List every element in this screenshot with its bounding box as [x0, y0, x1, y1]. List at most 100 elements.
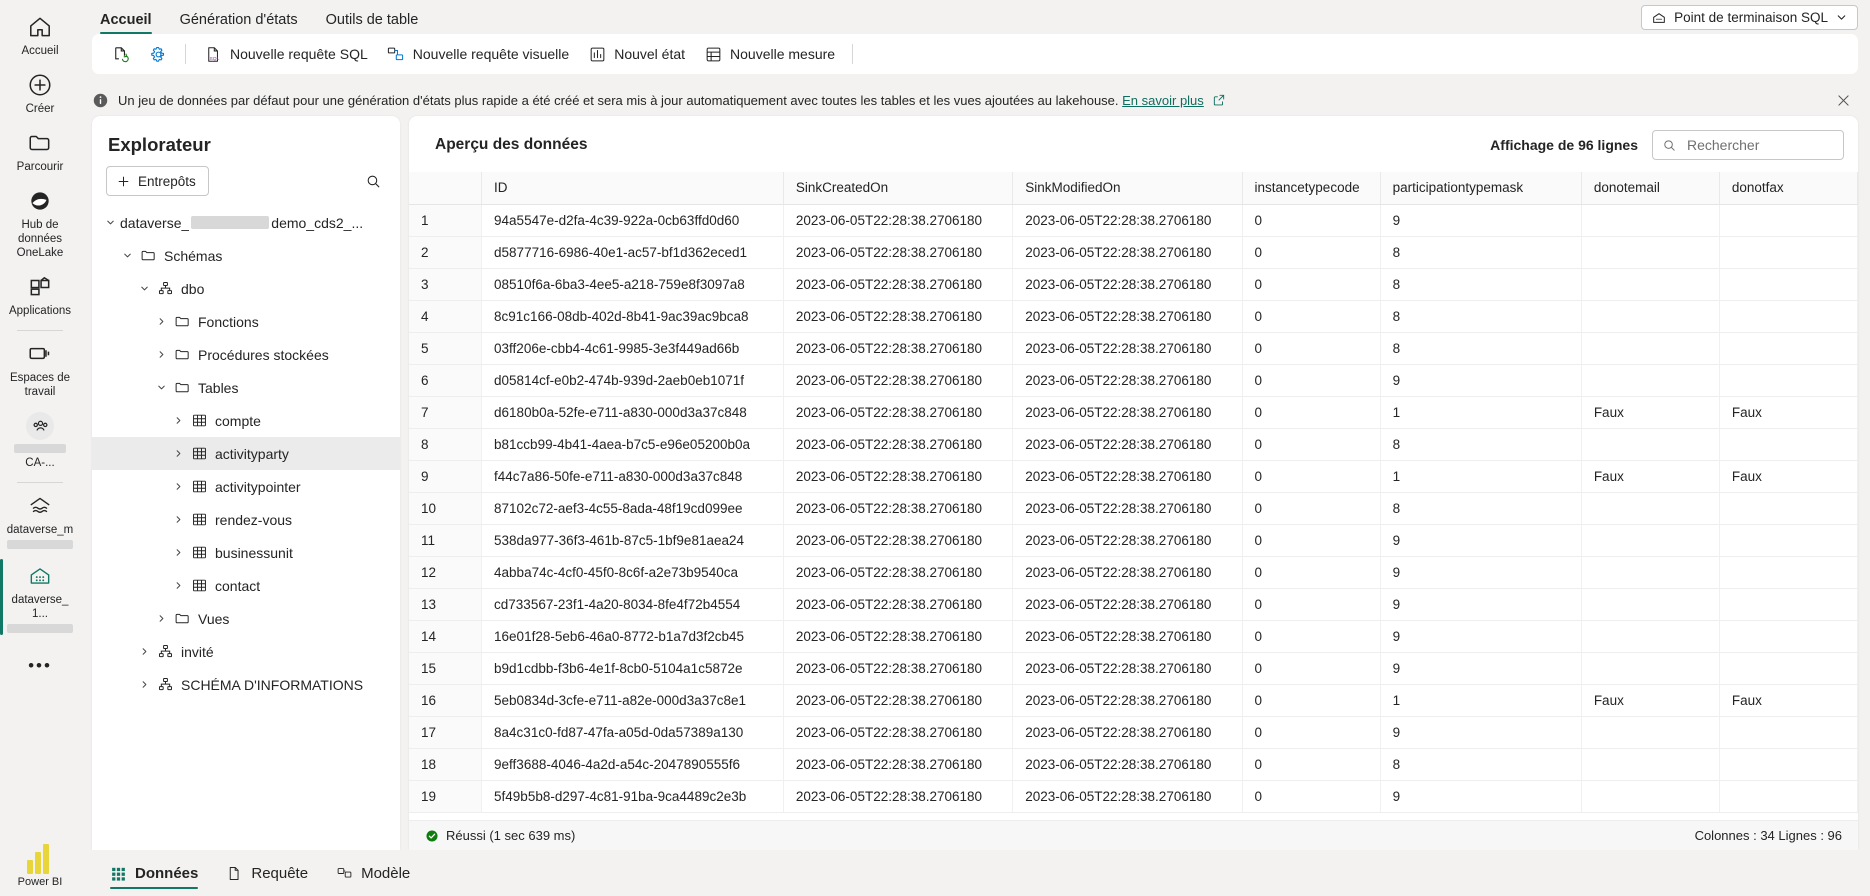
table-cell[interactable]: [1581, 492, 1720, 525]
tree-node-proc-dures-stock-es[interactable]: Procédures stockées: [92, 338, 400, 371]
table-cell[interactable]: 2023-06-05T22:28:38.2706180: [1012, 460, 1243, 493]
new-visual-query-button[interactable]: Nouvelle requête visuelle: [378, 39, 577, 69]
table-cell[interactable]: 2023-06-05T22:28:38.2706180: [1012, 620, 1243, 653]
search-input[interactable]: [1685, 136, 1834, 154]
table-cell[interactable]: 5eb0834d-3cfe-e711-a82e-000d3a37c8e1: [481, 684, 784, 717]
table-cell[interactable]: [1581, 428, 1720, 461]
tree-node-dataverse[interactable]: dataverse_ demo_cds2_...: [92, 206, 400, 239]
table-cell[interactable]: 2023-06-05T22:28:38.2706180: [783, 204, 1014, 237]
chevron-right-icon[interactable]: [168, 481, 188, 492]
table-cell[interactable]: 8a4c31c0-fd87-47fa-a05d-0da57389a130: [481, 716, 784, 749]
new-report-button[interactable]: Nouvel état: [579, 39, 693, 69]
table-cell[interactable]: [1719, 588, 1858, 621]
table-cell[interactable]: 2023-06-05T22:28:38.2706180: [783, 588, 1014, 621]
table-row[interactable]: 15 b9d1cdbb-f3b6-4e1f-8cb0-5104a1c5872e 20…: [409, 652, 1858, 685]
table-cell[interactable]: 8: [1380, 332, 1582, 365]
table-cell[interactable]: 2023-06-05T22:28:38.2706180: [1012, 428, 1243, 461]
table-cell[interactable]: 8: [1380, 268, 1582, 301]
table-cell[interactable]: 1: [1380, 396, 1582, 429]
table-cell[interactable]: 0: [1242, 556, 1381, 589]
table-row[interactable]: 8 b81ccb99-4b41-4aea-b7c5-e96e05200b0a 202…: [409, 428, 1858, 461]
table-cell[interactable]: 0: [1242, 492, 1381, 525]
table-cell[interactable]: 0: [1242, 364, 1381, 397]
table-cell[interactable]: 0: [1242, 684, 1381, 717]
table-cell[interactable]: 2023-06-05T22:28:38.2706180: [1012, 204, 1243, 237]
chevron-right-icon[interactable]: [134, 646, 154, 657]
table-cell[interactable]: 0: [1242, 620, 1381, 653]
table-cell[interactable]: b9d1cdbb-f3b6-4e1f-8cb0-5104a1c5872e: [481, 652, 784, 685]
table-cell[interactable]: 9: [1380, 716, 1582, 749]
table-cell[interactable]: 2023-06-05T22:28:38.2706180: [783, 300, 1014, 333]
table-cell[interactable]: 16e01f28-5eb6-46a0-8772-b1a7d3f2cb45: [481, 620, 784, 653]
table-cell[interactable]: 03ff206e-cbb4-4c61-9985-3e3f449ad66b: [481, 332, 784, 365]
chevron-right-icon[interactable]: [168, 580, 188, 591]
table-cell[interactable]: [1719, 652, 1858, 685]
table-cell[interactable]: 0: [1242, 300, 1381, 333]
chevron-right-icon[interactable]: [168, 448, 188, 459]
table-cell[interactable]: 9: [1380, 780, 1582, 813]
table-cell[interactable]: 0: [1242, 204, 1381, 237]
table-cell[interactable]: 0: [1242, 524, 1381, 557]
table-cell[interactable]: 9: [1380, 204, 1582, 237]
table-cell[interactable]: 2023-06-05T22:28:38.2706180: [1012, 364, 1243, 397]
tree-node-invit[interactable]: invité: [92, 635, 400, 668]
bottom-tab-requete[interactable]: Requête: [214, 850, 320, 896]
table-cell[interactable]: d05814cf-e0b2-474b-939d-2aeb0eb1071f: [481, 364, 784, 397]
column-header-instancetypecode[interactable]: instancetypecode: [1242, 172, 1381, 205]
table-cell[interactable]: 2023-06-05T22:28:38.2706180: [1012, 236, 1243, 269]
new-measure-button[interactable]: Nouvelle mesure: [695, 39, 843, 69]
table-row[interactable]: 18 9eff3688-4046-4a2d-a54c-2047890555f6 20…: [409, 748, 1858, 781]
table-cell[interactable]: 2023-06-05T22:28:38.2706180: [783, 652, 1014, 685]
table-row[interactable]: 16 5eb0834d-3cfe-e711-a82e-000d3a37c8e1 20…: [409, 684, 1858, 717]
table-cell[interactable]: 2023-06-05T22:28:38.2706180: [783, 780, 1014, 813]
table-row[interactable]: 9 f44c7a86-50fe-e711-a830-000d3a37c848 202…: [409, 460, 1858, 493]
table-cell[interactable]: 9: [1380, 556, 1582, 589]
table-cell[interactable]: 8: [1380, 300, 1582, 333]
bottom-tab-donnees[interactable]: Données: [98, 850, 210, 896]
table-cell[interactable]: 0: [1242, 652, 1381, 685]
table-cell[interactable]: 9: [1380, 524, 1582, 557]
table-cell[interactable]: [1581, 588, 1720, 621]
chevron-down-icon[interactable]: [151, 382, 171, 393]
chevron-right-icon[interactable]: [168, 514, 188, 525]
close-icon[interactable]: [1829, 92, 1858, 109]
table-row[interactable]: 1 94a5547e-d2fa-4c39-922a-0cb63ffd0d60 202…: [409, 204, 1858, 237]
tree-node-activitypointer[interactable]: activitypointer: [92, 470, 400, 503]
table-cell[interactable]: 9: [1380, 364, 1582, 397]
table-row[interactable]: 4 8c91c166-08db-402d-8b41-9ac39ac9bca8 202…: [409, 300, 1858, 333]
table-cell[interactable]: d6180b0a-52fe-e711-a830-000d3a37c848: [481, 396, 784, 429]
table-cell[interactable]: 8: [1380, 428, 1582, 461]
table-cell[interactable]: 8: [1380, 236, 1582, 269]
table-row[interactable]: 6 d05814cf-e0b2-474b-939d-2aeb0eb1071f 202…: [409, 364, 1858, 397]
table-cell[interactable]: 5f49b5b8-d297-4c81-91ba-9ca4489c2e3b: [481, 780, 784, 813]
table-row[interactable]: 3 08510f6a-6ba3-4ee5-a218-759e8f3097a8 202…: [409, 268, 1858, 301]
table-cell[interactable]: f44c7a86-50fe-e711-a830-000d3a37c848: [481, 460, 784, 493]
table-cell[interactable]: 2023-06-05T22:28:38.2706180: [1012, 396, 1243, 429]
table-cell[interactable]: 0: [1242, 332, 1381, 365]
table-cell[interactable]: 9eff3688-4046-4a2d-a54c-2047890555f6: [481, 748, 784, 781]
tree-node-dbo[interactable]: dbo: [92, 272, 400, 305]
learn-more-link[interactable]: En savoir plus: [1122, 93, 1204, 108]
table-row[interactable]: 2 d5877716-6986-40e1-ac57-bf1d362eced1 202…: [409, 236, 1858, 269]
table-cell[interactable]: d5877716-6986-40e1-ac57-bf1d362eced1: [481, 236, 784, 269]
search-icon[interactable]: [361, 169, 386, 194]
table-cell[interactable]: 0: [1242, 716, 1381, 749]
table-cell[interactable]: 2023-06-05T22:28:38.2706180: [1012, 556, 1243, 589]
column-header-donotemail[interactable]: donotemail: [1581, 172, 1720, 205]
table-cell[interactable]: [1719, 236, 1858, 269]
table-cell[interactable]: [1581, 748, 1720, 781]
rail-item-parcourir[interactable]: Parcourir: [0, 122, 80, 180]
table-cell[interactable]: 2023-06-05T22:28:38.2706180: [1012, 588, 1243, 621]
rail-item-onelake-data-hub[interactable]: Hub de données OneLake: [0, 180, 80, 266]
table-cell[interactable]: [1581, 236, 1720, 269]
external-link-icon[interactable]: [1212, 93, 1226, 107]
settings-button[interactable]: [140, 39, 176, 69]
table-cell[interactable]: 2023-06-05T22:28:38.2706180: [783, 460, 1014, 493]
table-cell[interactable]: 0: [1242, 460, 1381, 493]
tree-node-fonctions[interactable]: Fonctions: [92, 305, 400, 338]
tab-accueil[interactable]: Accueil: [88, 0, 164, 34]
table-cell[interactable]: 2023-06-05T22:28:38.2706180: [783, 556, 1014, 589]
table-cell[interactable]: [1581, 620, 1720, 653]
chevron-right-icon[interactable]: [134, 679, 154, 690]
tree-node-compte[interactable]: compte: [92, 404, 400, 437]
